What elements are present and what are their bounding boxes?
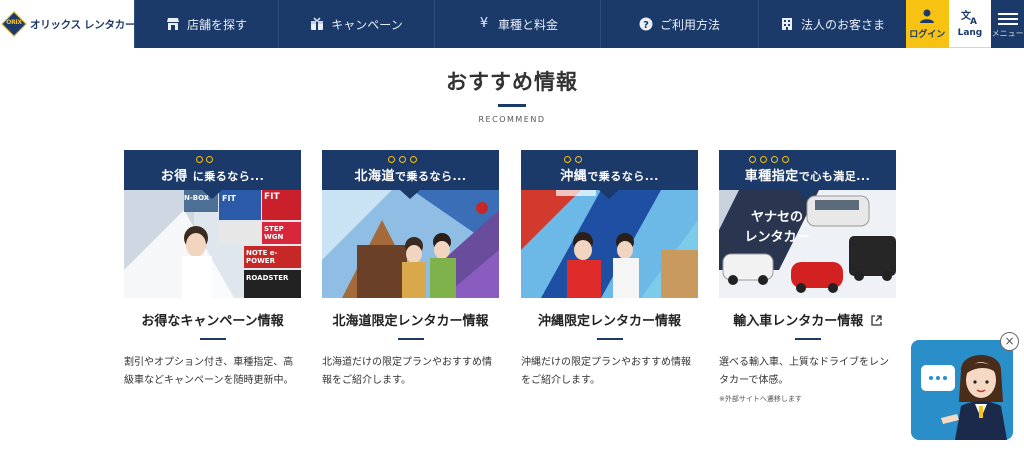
external-link-icon bbox=[871, 315, 882, 326]
card-description: 北海道だけの限定プランやおすすめ情報をご紹介します。 bbox=[322, 357, 492, 386]
promo-tile-label: ROADSTER bbox=[246, 274, 289, 282]
nav-label: 店舗を探す bbox=[186, 17, 247, 32]
promo-tile-label: FIT bbox=[222, 194, 236, 203]
external-site-note: ※外部サイトへ遷移します bbox=[719, 395, 802, 403]
close-chat-icon[interactable]: × bbox=[1000, 332, 1019, 351]
card-campaign[interactable]: お得 に乗るなら... FIT FIT N-BOX STEP WGN NOTE … bbox=[124, 150, 301, 390]
card-description: 割引やオプション付き、車種指定、高級車などキャンペーンを随時更新中。 bbox=[124, 357, 294, 386]
card-banner: 沖縄で乗るなら... bbox=[521, 150, 698, 190]
menu-button[interactable]: メニュー bbox=[991, 0, 1024, 48]
card-imported-cars[interactable]: 車種指定で心も満足... ヤナセの レンタカー 輸入車レンタカー情報 選べる輸入… bbox=[719, 150, 896, 404]
user-icon bbox=[920, 9, 935, 23]
brand-name: オリックス レンタカー bbox=[30, 18, 136, 31]
svg-text:?: ? bbox=[643, 20, 649, 31]
operator-avatar bbox=[941, 355, 1007, 440]
nav-campaign[interactable]: キャンペーン bbox=[278, 0, 434, 48]
top-header: ORIX オリックス レンタカー 店舗を探す キャンペーン ¥ 車種と料金 ? … bbox=[0, 0, 1024, 48]
section-title: おすすめ情報 bbox=[446, 70, 578, 94]
card-image: 北海道で乗るなら... bbox=[322, 150, 499, 298]
lang-label: Lang bbox=[957, 28, 983, 38]
card-image: 沖縄で乗るなら... bbox=[521, 150, 698, 298]
card-description: 選べる輸入車、上質なドライブをレンタカーで体感。 bbox=[719, 357, 889, 386]
language-button[interactable]: 文A Lang bbox=[948, 0, 992, 48]
section-subtitle: RECOMMEND bbox=[478, 115, 546, 124]
main-nav: 店舗を探す キャンペーン ¥ 車種と料金 ? ご利用方法 法人のお客さま bbox=[134, 0, 906, 48]
building-icon bbox=[780, 17, 794, 31]
nav-cars-and-prices[interactable]: ¥ 車種と料金 bbox=[434, 0, 600, 48]
gift-icon bbox=[310, 17, 324, 31]
promo-tile-label: FIT bbox=[264, 192, 280, 202]
card-divider bbox=[596, 338, 623, 340]
card-banner: 北海道で乗るなら... bbox=[322, 150, 499, 190]
svg-text:A: A bbox=[970, 17, 977, 25]
card-okinawa[interactable]: 沖縄で乗るなら... 沖縄限定レンタカー情報 沖縄だけの限定プランやおすすめ情報… bbox=[521, 150, 698, 390]
card-divider bbox=[199, 338, 226, 340]
yen-icon: ¥ bbox=[479, 16, 489, 31]
card-title[interactable]: 北海道限定レンタカー情報 bbox=[322, 310, 499, 330]
promo-tile-label: NOTE e-POWER bbox=[246, 249, 278, 265]
nav-label: 車種と料金 bbox=[497, 17, 558, 32]
nav-how-to-use[interactable]: ? ご利用方法 bbox=[600, 0, 758, 48]
yanase-label: ヤナセの レンタカー bbox=[744, 210, 810, 245]
card-divider bbox=[397, 338, 424, 340]
login-button[interactable]: ログイン bbox=[906, 0, 949, 48]
card-title[interactable]: 輸入車レンタカー情報 bbox=[719, 310, 896, 330]
card-divider bbox=[794, 338, 821, 340]
help-icon: ? bbox=[639, 17, 653, 31]
title-underline bbox=[498, 104, 526, 107]
card-title[interactable]: お得なキャンペーン情報 bbox=[124, 310, 301, 330]
card-title[interactable]: 沖縄限定レンタカー情報 bbox=[521, 310, 698, 330]
nav-label: ご利用方法 bbox=[659, 17, 720, 32]
nav-label: キャンペーン bbox=[331, 17, 403, 32]
card-banner: お得 に乗るなら... bbox=[124, 150, 301, 190]
nav-find-store[interactable]: 店舗を探す bbox=[134, 0, 278, 48]
nav-label: 法人のお客さま bbox=[800, 17, 885, 32]
orix-logo-icon: ORIX bbox=[1, 11, 27, 37]
card-hokkaido[interactable]: 北海道で乗るなら... 北海道限定レンタカー情報 北海道だけの限定プランやおすす… bbox=[322, 150, 499, 390]
promo-tile-label: STEP WGN bbox=[264, 225, 284, 241]
hamburger-icon bbox=[997, 10, 1018, 28]
nav-corporate[interactable]: 法人のお客さま bbox=[758, 0, 906, 48]
card-image: お得 に乗るなら... FIT FIT N-BOX STEP WGN NOTE … bbox=[124, 150, 301, 298]
chat-support-widget[interactable] bbox=[911, 340, 1013, 440]
card-description: 沖縄だけの限定プランやおすすめ情報をご紹介します。 bbox=[521, 357, 691, 386]
translate-icon: 文A bbox=[961, 9, 977, 25]
card-banner: 車種指定で心も満足... bbox=[719, 150, 896, 190]
store-icon bbox=[166, 17, 180, 31]
brand-logo[interactable]: ORIX オリックス レンタカー bbox=[0, 0, 136, 48]
menu-label: メニュー bbox=[991, 28, 1024, 38]
login-label: ログイン bbox=[909, 30, 946, 40]
card-image: 車種指定で心も満足... ヤナセの レンタカー bbox=[719, 150, 896, 298]
